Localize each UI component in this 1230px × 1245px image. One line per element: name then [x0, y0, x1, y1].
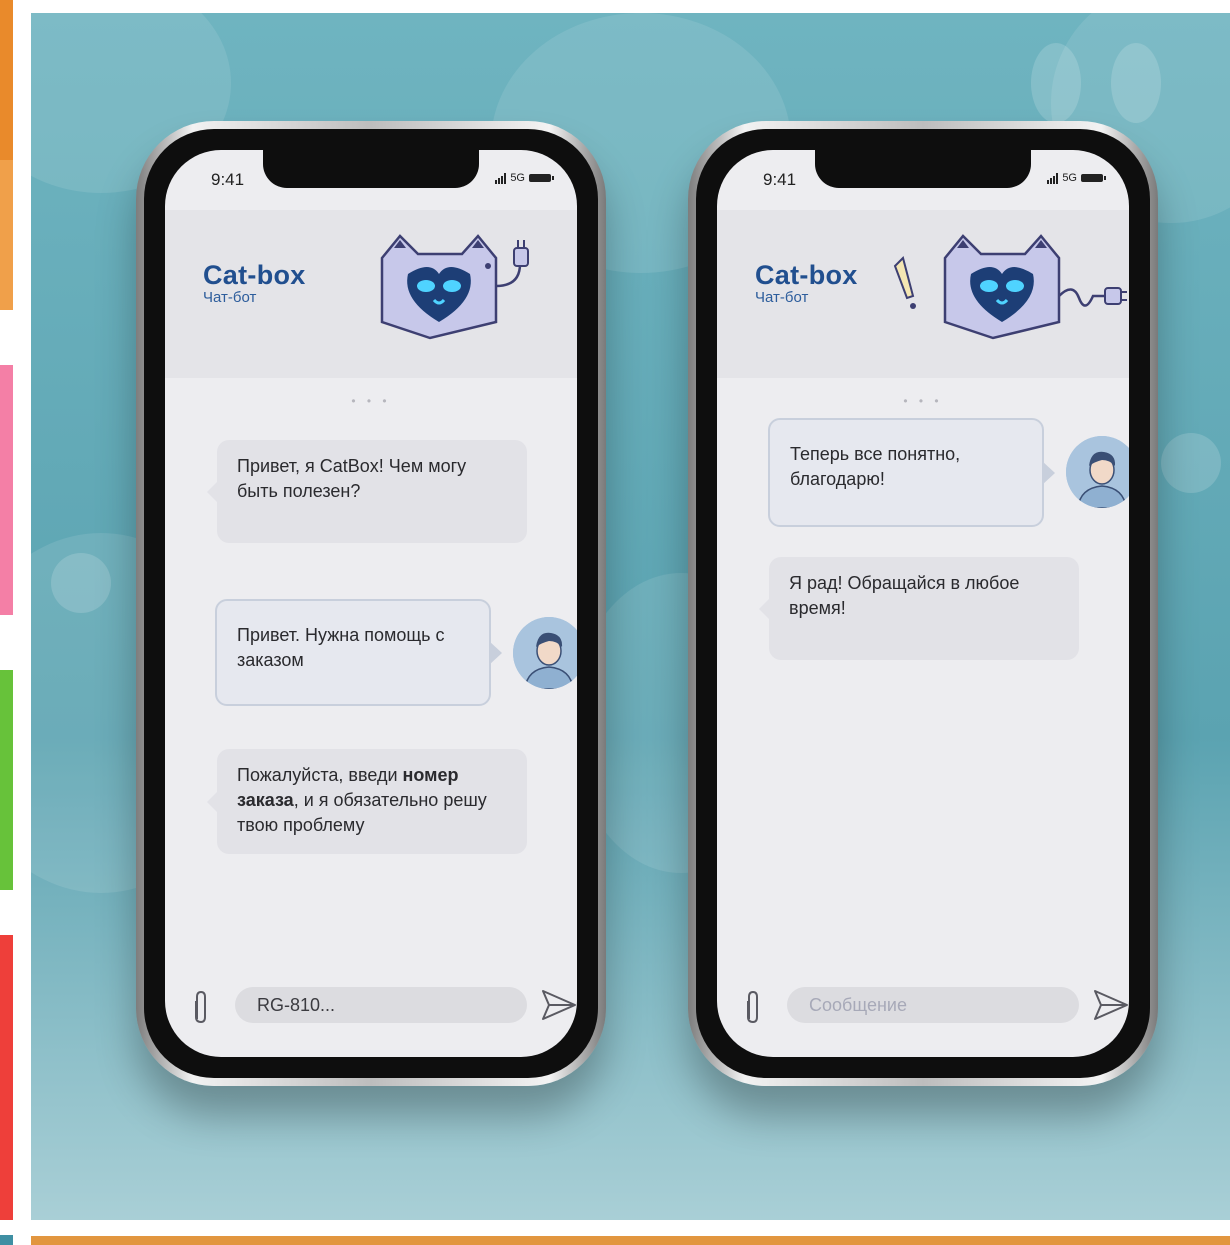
color-strip-red [0, 935, 13, 1220]
color-strip-teal [0, 1235, 13, 1245]
status-time: 9:41 [211, 170, 245, 189]
battery-icon [1081, 174, 1106, 182]
paw-print-shape [1031, 43, 1081, 123]
showcase-background: 9:41 5G Cat-box Чат-бот • • • Привет, я … [31, 13, 1230, 1220]
paperclip-icon[interactable] [743, 989, 763, 1030]
status-indicators: 5G [1047, 172, 1106, 184]
typing-indicator: • • • [903, 394, 943, 408]
message-text-part: Пожалуйста, введи [237, 765, 403, 785]
brand-block: Cat-box Чат-бот [203, 260, 306, 306]
robot-cat-mascot-icon [887, 226, 1129, 351]
brand-block: Cat-box Чат-бот [755, 260, 858, 306]
user-message-bubble: Теперь все понятно, благодарю! [768, 418, 1055, 527]
chat-header: Cat-box Чат-бот [717, 210, 1129, 378]
robot-cat-mascot-icon [370, 226, 550, 351]
signal-icon [1047, 172, 1059, 184]
bottom-accent-bar [31, 1236, 1230, 1245]
message-text: Привет, я CatBox! Чем могу быть полезен? [237, 456, 467, 501]
status-time: 9:41 [763, 170, 797, 189]
user-avatar [513, 617, 577, 689]
chat-header: Cat-box Чат-бот [165, 210, 577, 378]
phone-screen: 9:41 5G Cat-box Чат-бот [165, 150, 577, 1057]
message-input[interactable]: RG-810... [235, 987, 527, 1023]
paperclip-icon[interactable] [191, 989, 211, 1030]
bot-message-bubble: Я рад! Обращайся в любое время! [759, 557, 1079, 660]
color-strip-pink [0, 365, 13, 615]
color-strip-light-orange [0, 160, 13, 310]
user-avatar-icon [1066, 436, 1129, 508]
phone-mockup-left: 9:41 5G Cat-box Чат-бот • • • Привет, я … [136, 121, 606, 1086]
app-title: Cat-box [755, 260, 858, 290]
paw-print-shape [1161, 433, 1221, 493]
user-avatar-icon [513, 617, 577, 689]
phone-notch [815, 150, 1031, 188]
phone-notch [263, 150, 479, 188]
app-subtitle: Чат-бот [203, 289, 257, 306]
message-text: Я рад! Обращайся в любое время! [789, 573, 1020, 618]
network-label: 5G [510, 172, 525, 184]
color-strip-green [0, 670, 13, 890]
user-avatar [1066, 436, 1129, 508]
app-subtitle: Чат-бот [755, 289, 809, 306]
bot-message-bubble: Привет, я CatBox! Чем могу быть полезен? [207, 440, 527, 543]
color-strip-gap [0, 890, 13, 935]
message-input[interactable]: Сообщение [787, 987, 1079, 1023]
status-indicators: 5G [495, 172, 554, 184]
phone-mockup-right: 9:41 5G Cat-box Чат-бот • • • Теперь все… [688, 121, 1158, 1086]
paw-print-shape [1111, 43, 1161, 123]
message-composer: RG-810... [165, 967, 577, 1057]
phone-bezel: 9:41 5G Cat-box Чат-бот [696, 129, 1150, 1078]
message-composer: Сообщение [717, 967, 1129, 1057]
phone-bezel: 9:41 5G Cat-box Чат-бот [144, 129, 598, 1078]
user-message-bubble: Привет. Нужна помощь с заказом [215, 599, 502, 706]
network-label: 5G [1062, 172, 1077, 184]
app-title: Cat-box [203, 260, 306, 290]
message-text: Теперь все понятно, благодарю! [790, 444, 961, 489]
typing-indicator: • • • [351, 394, 391, 408]
send-icon[interactable] [539, 985, 577, 1030]
battery-icon [529, 174, 554, 182]
color-strip-gap [0, 310, 13, 365]
message-text: Привет. Нужна помощь с заказом [237, 625, 445, 670]
paw-print-shape [51, 553, 111, 613]
phone-screen: 9:41 5G Cat-box Чат-бот [717, 150, 1129, 1057]
send-icon[interactable] [1091, 985, 1129, 1030]
color-strip-gap [0, 615, 13, 670]
signal-icon [495, 172, 507, 184]
color-strip-orange [0, 0, 13, 160]
bot-message-bubble: Пожалуйста, введи номер заказа, и я обяз… [207, 749, 527, 854]
